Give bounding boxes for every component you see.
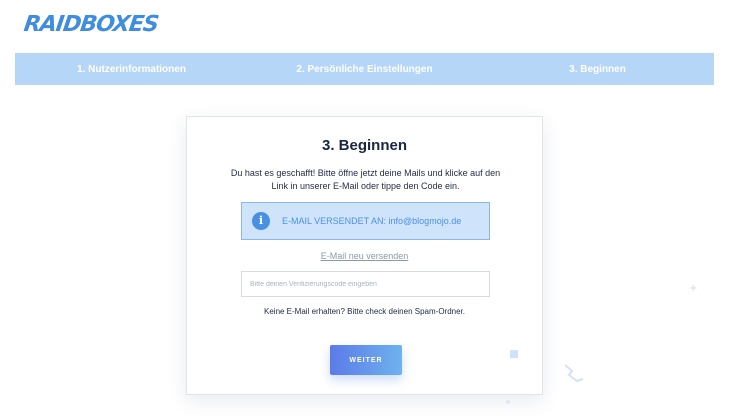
decorative-square	[510, 350, 518, 358]
spam-hint-text: Keine E-Mail erhalten? Bitte check deine…	[264, 307, 465, 316]
decorative-zigzag-icon	[564, 364, 584, 383]
progress-stepbar: 1. Nutzerinformationen 2. Persönliche Ei…	[15, 53, 714, 85]
email-sent-text: E-MAIL VERSENDET AN: info@blogmojo.de	[282, 216, 462, 226]
weiter-button[interactable]: WEITER	[330, 345, 402, 375]
instructions-text: Du hast es geschafft! Bitte öffne jetzt …	[230, 168, 501, 191]
verification-card: 3. Beginnen Du hast es geschafft! Bitte …	[186, 116, 543, 395]
decorative-dot	[506, 400, 510, 404]
card-title: 3. Beginnen	[321, 137, 407, 154]
decorative-plus-icon: +	[689, 283, 698, 294]
step-user-info: 1. Nutzerinformationen	[77, 63, 186, 75]
email-sent-notice: i E-MAIL VERSENDET AN: info@blogmojo.de	[241, 202, 490, 240]
info-icon: i	[252, 212, 270, 230]
verification-code-input[interactable]	[241, 271, 490, 297]
raidboxes-logo[interactable]: RAIDBOXES	[22, 12, 159, 37]
step-begin: 3. Beginnen	[569, 63, 626, 75]
resend-email-link[interactable]: E-Mail neu versenden	[187, 251, 542, 261]
step-personal-settings: 2. Persönliche Einstellungen	[296, 63, 433, 75]
